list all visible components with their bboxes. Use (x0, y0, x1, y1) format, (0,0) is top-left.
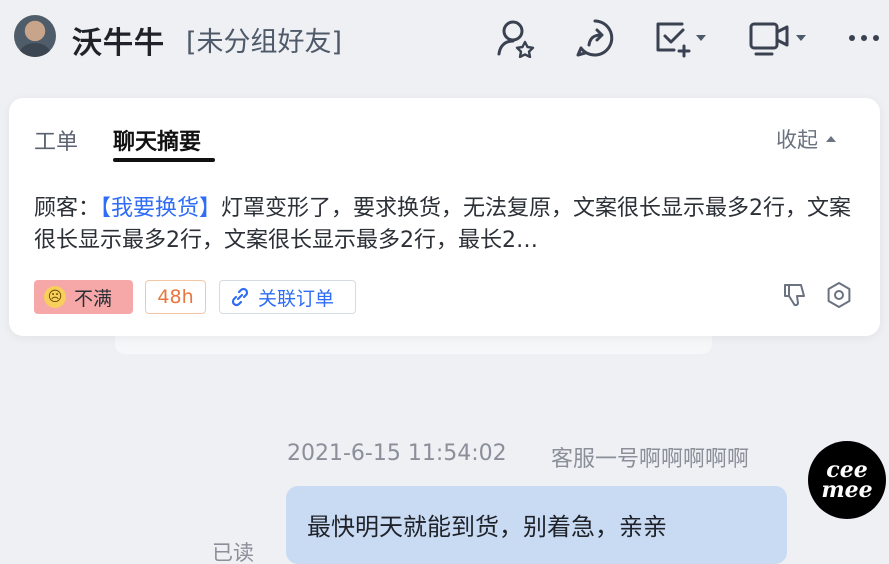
task-add-icon[interactable] (652, 18, 706, 58)
agent-avatar-logo-line2: mee (821, 477, 873, 503)
more-icon[interactable] (847, 18, 881, 58)
chevron-up-icon (826, 136, 836, 142)
collapse-button[interactable]: 收起 (776, 124, 836, 154)
link-order-button[interactable]: 关联订单 (219, 280, 356, 314)
contact-group: [未分组好友] (186, 27, 343, 58)
chevron-down-icon (796, 35, 806, 41)
customer-prefix: 顾客： (34, 196, 101, 221)
message-text: 最快明天就能到货，别着急，亲亲 (307, 513, 667, 541)
summary-text: 顾客：【我要换货】灯罩变形了，要求换货，无法复原，文案很长显示最多2行，文案很长… (34, 193, 854, 257)
sentiment-label: 不满 (74, 287, 113, 310)
message-sender: 客服一号啊啊啊啊啊 (551, 447, 750, 472)
issue-tag: 【我要换货】 (100, 196, 222, 221)
agent-avatar[interactable]: cee mee (808, 441, 886, 519)
chat-header: 沃牛牛 [未分组好友] (0, 0, 889, 80)
tab-active-indicator (113, 158, 215, 162)
tab-chat-summary[interactable]: 聊天摘要 (113, 124, 201, 156)
settings-icon[interactable] (825, 281, 853, 309)
sad-face-icon: ☹ (44, 286, 66, 308)
sentiment-badge: ☹ 不满 (34, 280, 133, 314)
link-order-label: 关联订单 (258, 287, 335, 310)
contact-star-icon[interactable] (495, 18, 537, 58)
read-status: 已读 (212, 541, 254, 564)
contact-name[interactable]: 沃牛牛 (72, 18, 165, 62)
sla-badge: 48h (145, 280, 206, 314)
share-icon[interactable] (574, 18, 616, 58)
video-call-icon[interactable] (748, 18, 806, 58)
contact-avatar[interactable] (14, 15, 56, 57)
collapse-label: 收起 (776, 128, 818, 152)
message-timestamp: 2021-6-15 11:54:02 (287, 441, 507, 466)
thumbs-down-icon[interactable] (782, 281, 808, 309)
chevron-down-icon (696, 35, 706, 41)
tab-ticket[interactable]: 工单 (34, 124, 78, 156)
link-icon (230, 287, 250, 307)
